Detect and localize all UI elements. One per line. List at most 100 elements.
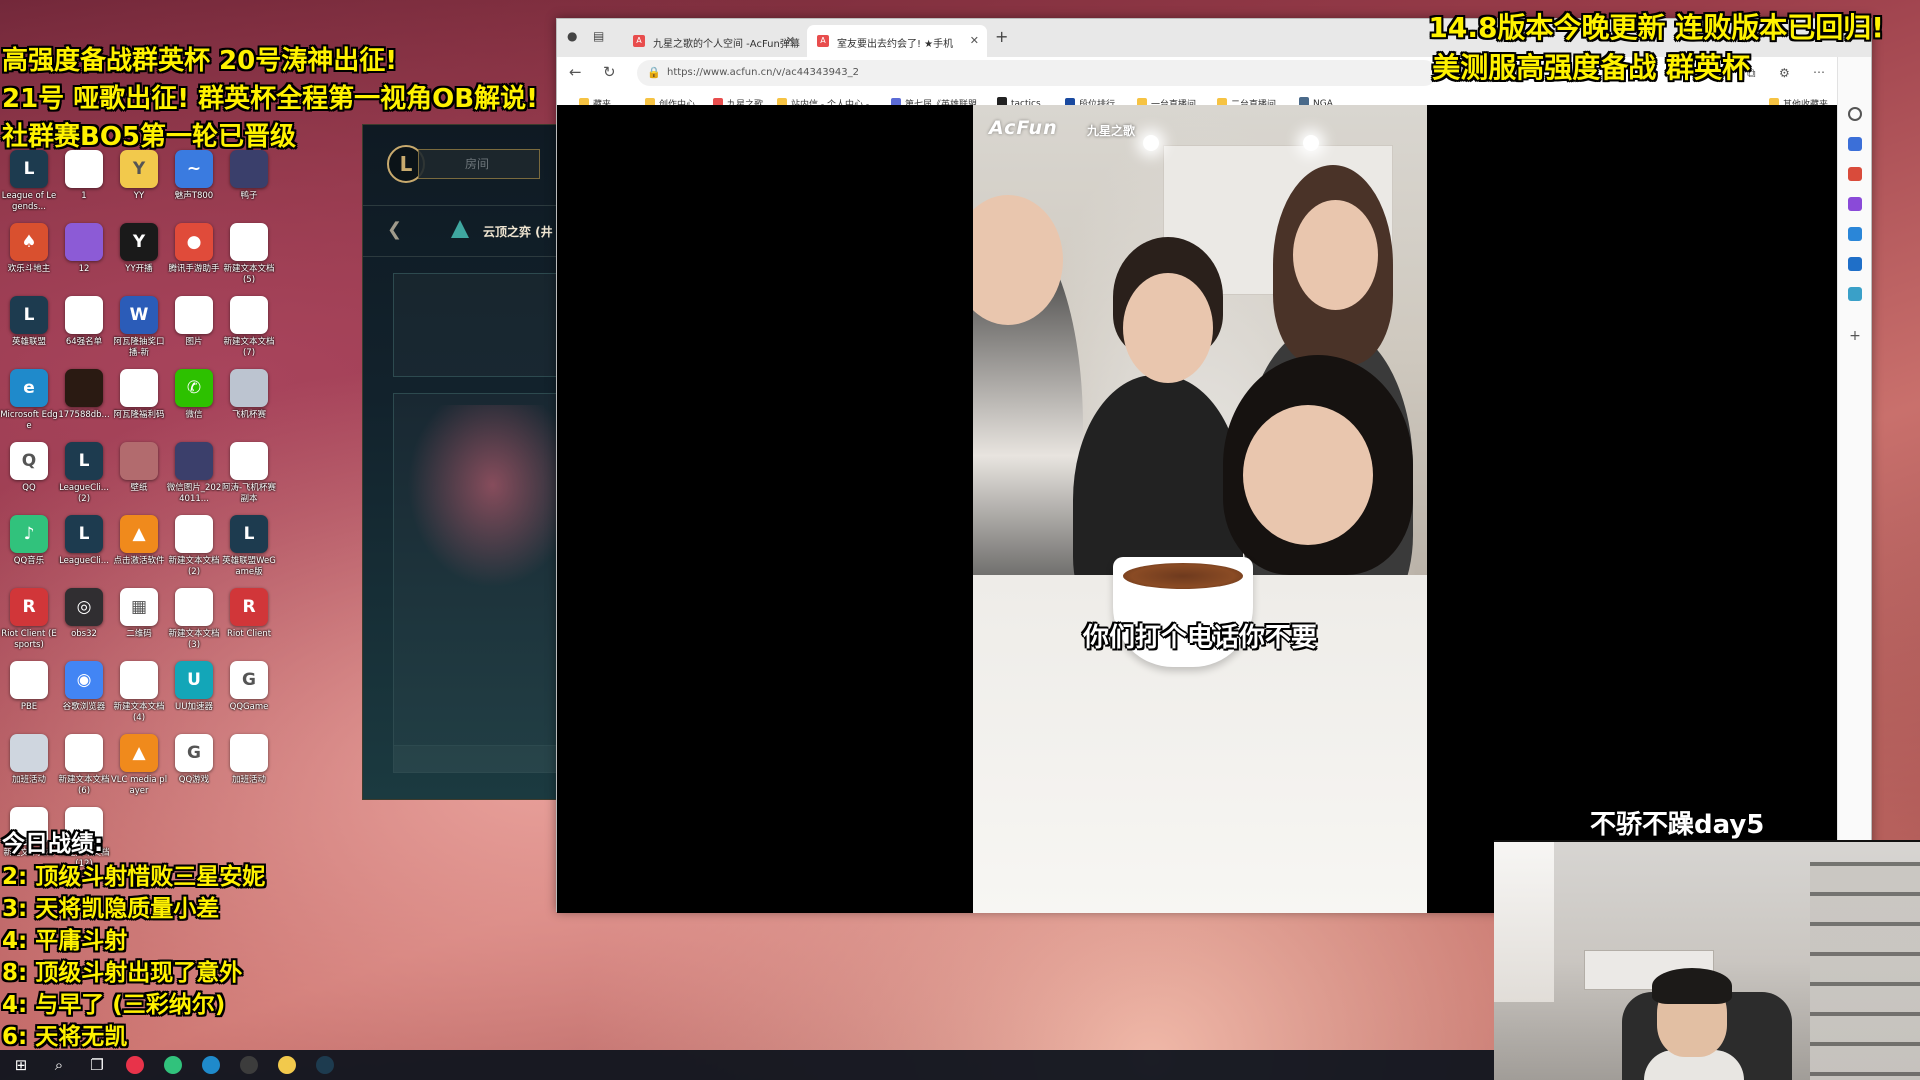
video-player[interactable]: AcFun 九星之歌 你们打个电话你不要 [973,105,1427,913]
desktop-icon-label: 鸭子 [240,191,258,201]
desktop-icon[interactable]: ♠ 欢乐斗地主 [0,223,58,275]
desktop-icon[interactable]: 新建文本文档 (3) [165,588,223,651]
close-tab-icon[interactable]: ✕ [970,34,979,47]
desktop-icon[interactable]: L League of Legends... [0,150,58,213]
desktop-icon[interactable]: ▦ 二维码 [110,588,168,640]
desktop-icon[interactable]: R Riot Client [220,588,278,640]
desktop-icon-label: 图片 [185,337,203,347]
league-icon[interactable] [316,1056,334,1074]
qqgame-icon: G [230,661,268,699]
search-icon[interactable]: ⌕ [50,1056,68,1074]
sidebar-add-icon[interactable]: + [1848,329,1862,343]
desktop-icon[interactable]: 加班活动 [0,734,58,786]
url-text[interactable]: https://www.acfun.cn/v/ac44343943_2 [667,67,859,78]
desktop-icon[interactable]: 新建文本文档 (7) [220,296,278,359]
close-tab-icon[interactable]: ✕ [786,34,795,47]
sidebar-tools-icon[interactable] [1848,137,1862,151]
wechat-icon: ✆ [175,369,213,407]
desktop-icon-label: League of Legends... [1,191,57,212]
desktop-icon[interactable]: ~ 魅声T800 [165,150,223,202]
desktop-icon[interactable]: L LeagueCli... [55,515,113,567]
room-input[interactable]: 房间 [418,149,540,179]
desktop-icon[interactable]: 新建文本文档 (5) [220,223,278,286]
desktop-icon[interactable]: ● 腾讯手游助手 [165,223,223,275]
page-viewport[interactable]: AcFun 九星之歌 你们打个电话你不要 [557,105,1839,913]
desktop-icon-label: 新建文本文档 (3) [168,629,220,650]
desktop-icon[interactable]: U UU加速器 [165,661,223,713]
desktop-icon[interactable]: ◉ 谷歌浏览器 [55,661,113,713]
tab-actions-icon[interactable]: ▤ [593,29,604,43]
tab-video[interactable]: A 室友要出去约会了! ★手机 ✕ [807,25,987,57]
desktop-icon[interactable]: R Riot Client (Esports) [0,588,58,651]
refresh-icon[interactable]: ↻ [603,63,616,81]
more-menu-icon[interactable]: ⋯ [1813,65,1825,79]
browser-window: ● ▤ A 九星之歌的个人空间 -AcFun弹幕 ✕ A 室友要出去约会了! ★… [556,18,1872,913]
desktop-icon[interactable]: G QQ游戏 [165,734,223,786]
desktop-icon[interactable]: ▲ 点击激活软件 [110,515,168,567]
desktop-icon-label: PBE [20,702,38,712]
sidebar-search-icon[interactable] [1848,107,1862,121]
desktop-icon[interactable]: L LeagueCli... (2) [55,442,113,505]
desktop-icon[interactable]: 图片 [165,296,223,348]
address-bar[interactable]: 🔒 https://www.acfun.cn/v/ac44343943_2 [637,60,1437,86]
desktop-icon-label: 新建文本文档 (5) [223,264,275,285]
desktop-icon[interactable]: 177588db... [55,369,113,421]
new-tab-button[interactable]: + [995,27,1008,46]
desktop-icon[interactable]: Y YY开播 [110,223,168,275]
word-icon: W [120,296,158,334]
desktop-icon[interactable]: 阿涛-飞机杯赛副本 [220,442,278,505]
task-view-icon[interactable]: ❐ [88,1056,106,1074]
tab-acfun-space[interactable]: A 九星之歌的个人空间 -AcFun弹幕 ✕ [623,25,803,57]
desktop-icon[interactable]: 新建文本文档 (6) [55,734,113,797]
sidebar-m365-icon[interactable] [1848,227,1862,241]
desktop-icon-label: QQGame [229,702,269,712]
streamer-hair [1652,968,1732,1004]
desktop-icon[interactable]: 12 [55,223,113,275]
desktop-icon[interactable]: 新建文本文档 (2) [165,515,223,578]
desktop-icon[interactable]: 鸭子 [220,150,278,202]
desktop-icon[interactable]: 64强名单 [55,296,113,348]
qq-music-icon[interactable] [164,1056,182,1074]
video-person-middle-head [1123,273,1213,383]
league-icon: L [10,296,48,334]
desktop-icon[interactable]: ◎ obs32 [55,588,113,640]
desktop-icon[interactable]: e Microsoft Edge [0,369,58,432]
desktop-icon[interactable]: 飞机杯赛 [220,369,278,421]
windows-start-icon[interactable]: ⊞ [12,1056,30,1074]
desktop-icon[interactable]: 壁纸 [110,442,168,494]
sidebar-shopping-icon[interactable] [1848,167,1862,181]
desktop-icon[interactable]: 微信图片_2024011... [165,442,223,505]
back-arrow-icon[interactable]: ← [569,63,582,81]
yy-icon[interactable] [278,1056,296,1074]
desktop-icon[interactable]: ✆ 微信 [165,369,223,421]
file-icon [65,150,103,188]
desktop-icon[interactable]: 1 [55,150,113,202]
extensions-icon[interactable]: ⚙ [1779,66,1790,80]
desktop-icon[interactable]: Q QQ [0,442,58,494]
profile-icon[interactable]: ● [567,29,577,43]
desktop-icon[interactable]: 新建文本文档 (4) [110,661,168,724]
sidebar-drop-icon[interactable] [1848,287,1862,301]
obs-icon[interactable] [240,1056,258,1074]
desktop-icon[interactable]: W 阿瓦隆抽奖口播-新 [110,296,168,359]
taskbar: ⊞ ⌕ ❐ [0,1050,1494,1080]
sidebar-outlook-icon[interactable] [1848,257,1862,271]
netease-music-icon[interactable] [126,1056,144,1074]
desktop-icon[interactable]: 加班活动 [220,734,278,786]
back-chevron-icon[interactable]: ❮ [387,219,402,240]
text-file-icon [230,296,268,334]
desktop-icon-label: 加班活动 [11,775,46,785]
league-icon: L [65,515,103,553]
sidebar-games-icon[interactable] [1848,197,1862,211]
desktop-icon[interactable]: L 英雄联盟 [0,296,58,348]
desktop-icon[interactable]: ▲ VLC media player [110,734,168,797]
desktop-icon[interactable]: 阿瓦隆福利码 [110,369,168,421]
desktop-icon[interactable]: Y YY [110,150,168,202]
league-client-window[interactable]: L 房间 ❮ 云顶之弈 (井 [362,124,558,800]
desktop-icon-label: 谷歌浏览器 [62,702,106,712]
desktop-icon[interactable]: PBE [0,661,58,713]
desktop-icon[interactable]: G QQGame [220,661,278,713]
edge-icon[interactable] [202,1056,220,1074]
desktop-icon[interactable]: ♪ QQ音乐 [0,515,58,567]
desktop-icon[interactable]: L 英雄联盟WeGame版 [220,515,278,578]
